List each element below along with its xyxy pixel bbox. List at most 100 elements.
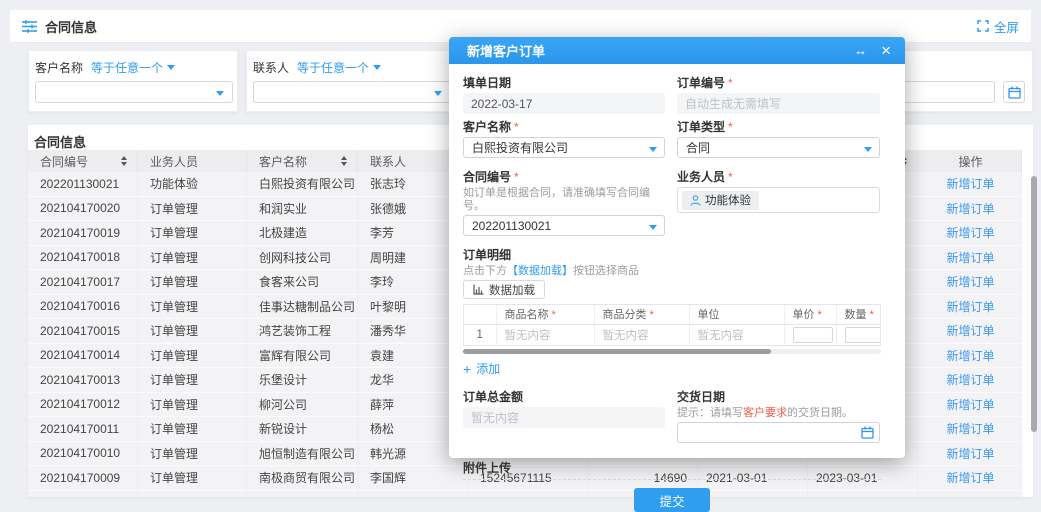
scrollbar-thumb[interactable] [463, 349, 771, 354]
customer-label: 客户名称* [463, 120, 665, 134]
calendar-button[interactable] [1003, 81, 1025, 103]
item-name-cell[interactable]: 暂无内容 [496, 324, 594, 345]
quantity-input[interactable] [845, 327, 882, 343]
items-row: 1 暂无内容 暂无内容 暂无内容 [464, 324, 881, 345]
column-label: 操作 [958, 153, 982, 170]
add-row-link[interactable]: + 添加 [463, 360, 523, 377]
delivery-date-label: 交货日期 [677, 390, 880, 404]
horizontal-scrollbar[interactable] [463, 349, 881, 354]
agent-label: 业务人员* [677, 170, 880, 184]
cell-agent: 订单管理 [138, 368, 247, 393]
cell-action: 新增订单 [918, 197, 1022, 222]
cell-agent: 订单管理 [138, 393, 247, 418]
order-type-label: 订单类型* [677, 120, 880, 134]
column-header-1[interactable]: 合同编号 [28, 150, 138, 172]
chevron-down-icon [649, 147, 657, 152]
items-qty-header: 数量* [836, 305, 881, 324]
person-icon [690, 195, 701, 206]
filter-card-customer: 客户名称 等于任意一个 [28, 50, 238, 112]
required-asterisk: * [870, 309, 874, 321]
cell-customer: 南极商贸有限公司 [247, 466, 358, 491]
agent-field[interactable]: 功能体验 [677, 187, 880, 213]
required-asterisk: * [818, 309, 822, 321]
items-name-header: 商品名称* [496, 305, 594, 324]
new-order-link[interactable]: 新增订单 [946, 420, 994, 437]
new-order-link[interactable]: 新增订单 [946, 371, 994, 388]
modal-title: 新增客户订单 [467, 41, 545, 60]
cell-contract_no [28, 491, 138, 498]
chevron-down-icon [864, 147, 872, 152]
cell-action: 新增订单 [918, 344, 1022, 369]
required-asterisk: * [514, 120, 519, 134]
filter-label: 联系人 [253, 59, 289, 76]
expand-horizontal-icon[interactable]: ↔ [854, 43, 867, 58]
column-label: 业务人员 [150, 153, 236, 170]
filter-condition[interactable]: 等于任意一个 [91, 59, 175, 76]
total-amount-input: 暂无内容 [463, 407, 665, 428]
delivery-date-input[interactable] [677, 422, 880, 443]
customer-select[interactable]: 白熙投资有限公司 [463, 137, 665, 158]
new-order-link[interactable]: 新增订单 [946, 224, 994, 241]
new-order-link[interactable]: 新增订单 [946, 249, 994, 266]
total-amount-label: 订单总金额 [463, 390, 665, 404]
cell-customer: 创网科技公司 [247, 246, 358, 271]
modal-body: 填单日期 2022-03-17 订单编号* 自动生成无需填写 客户名称* 白熙投… [449, 64, 905, 512]
filter-condition[interactable]: 等于任意一个 [297, 59, 381, 76]
column-label: 联系人 [370, 153, 457, 170]
cell-customer: 柳河公司 [247, 393, 358, 418]
cell-contract_no: 202104170014 [28, 344, 138, 369]
cell-contract_no: 202104170020 [28, 197, 138, 222]
fill-date-input[interactable]: 2022-03-17 [463, 93, 665, 114]
item-unit-cell[interactable]: 暂无内容 [689, 324, 784, 345]
item-qty-cell [836, 324, 881, 345]
fill-date-label: 填单日期 [463, 76, 665, 90]
fullscreen-button[interactable]: 全屏 [977, 17, 1019, 36]
cell-action: 新增订单 [918, 466, 1022, 491]
required-asterisk: * [650, 309, 654, 321]
cell-agent: 订单管理 [138, 270, 247, 295]
row-index: 1 [464, 324, 496, 345]
sort-icon[interactable] [121, 156, 127, 166]
new-order-link[interactable]: 新增订单 [946, 322, 994, 339]
column-header-2: 业务人员 [138, 150, 247, 172]
required-asterisk: * [514, 170, 519, 184]
contact-filter-select[interactable] [253, 81, 451, 103]
customer-filter-select[interactable] [35, 81, 233, 103]
cell-customer: 乐堡设计 [247, 368, 358, 393]
cell-action: 新增订单 [918, 295, 1022, 320]
new-order-link[interactable]: 新增订单 [946, 200, 994, 217]
order-items-table: 商品名称* 商品分类* 单位 单价* 数量* 1 暂无内容 暂无内容 暂无内容 [463, 304, 881, 346]
cell-action [918, 491, 1022, 498]
cell-customer: 白熙投资有限公司 [247, 172, 358, 197]
filter-label: 客户名称 [35, 59, 83, 76]
page: 合同信息 全屏 客户名称 等于任意一个 联系人 等于任意一个 [0, 0, 1041, 504]
new-order-link[interactable]: 新增订单 [946, 273, 994, 290]
new-order-link[interactable]: 新增订单 [946, 469, 994, 486]
calendar-icon[interactable] [861, 426, 874, 442]
cell-customer: 和润实业 [247, 197, 358, 222]
cell-customer: 富辉有限公司 [247, 344, 358, 369]
attachment-upload-area[interactable] [463, 479, 881, 480]
chevron-down-icon [373, 65, 381, 70]
new-order-link[interactable]: 新增订单 [946, 347, 994, 364]
filter-menu-icon[interactable] [22, 20, 37, 33]
close-icon[interactable]: × [881, 42, 891, 59]
submit-button[interactable]: 提交 [634, 488, 710, 512]
new-order-link[interactable]: 新增订单 [946, 445, 994, 462]
new-order-modal: 新增客户订单 ↔ × 填单日期 2022-03-17 订单编号* 自动生成无需填… [449, 37, 905, 458]
cell-contract_no: 202104170019 [28, 221, 138, 246]
cell-agent: 订单管理 [138, 197, 247, 222]
new-order-link[interactable]: 新增订单 [946, 396, 994, 413]
data-load-button[interactable]: 数据加载 [463, 280, 545, 299]
new-order-link[interactable]: 新增订单 [946, 298, 994, 315]
vertical-scrollbar[interactable] [1031, 176, 1037, 432]
cell-agent: 订单管理 [138, 246, 247, 271]
item-category-cell[interactable]: 暂无内容 [594, 324, 689, 345]
column-header-3[interactable]: 客户名称 [247, 150, 358, 172]
unit-price-input[interactable] [793, 327, 833, 343]
new-order-link[interactable]: 新增订单 [946, 175, 994, 192]
order-type-select[interactable]: 合同 [677, 137, 880, 158]
details-section-label: 订单明细 [463, 248, 881, 262]
contract-no-select[interactable]: 202201130021 [463, 215, 665, 236]
sort-icon[interactable] [341, 156, 347, 166]
